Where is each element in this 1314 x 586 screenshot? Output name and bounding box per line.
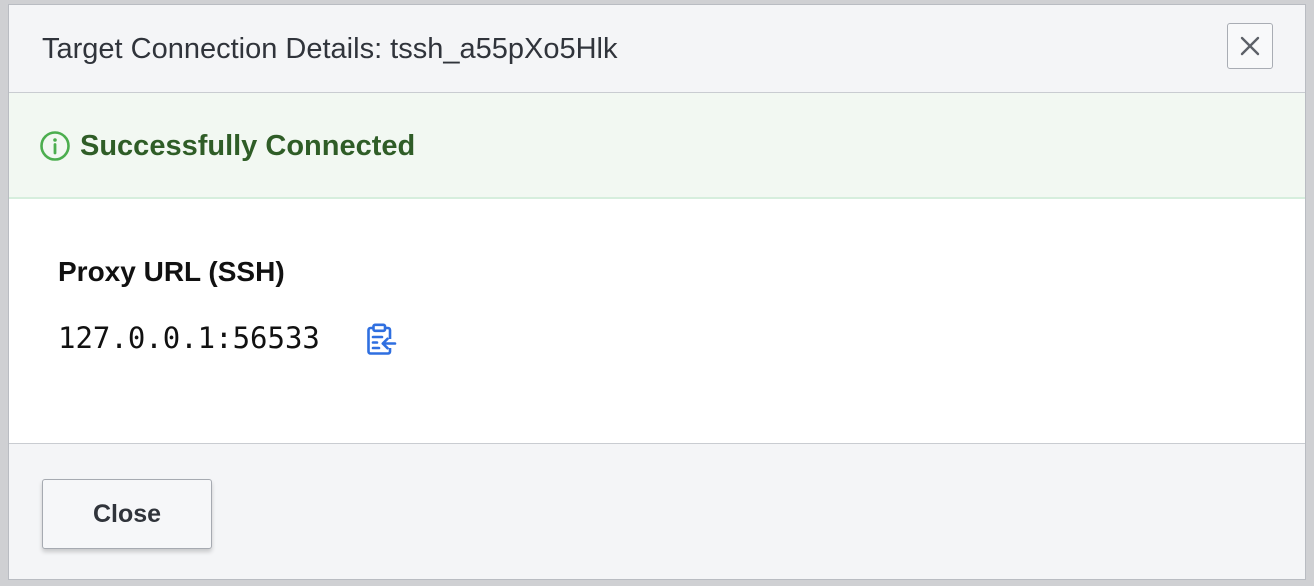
copy-to-clipboard-icon bbox=[367, 323, 397, 355]
close-button[interactable]: Close bbox=[42, 479, 212, 549]
close-icon bbox=[1240, 36, 1260, 56]
proxy-url-value: 127.0.0.1:56533 bbox=[58, 321, 320, 355]
backdrop-edge-glyph-right: ▕ bbox=[1310, 366, 1314, 390]
copy-proxy-url-button[interactable] bbox=[364, 321, 398, 357]
dialog-footer: Close bbox=[9, 443, 1305, 579]
dialog-title: Target Connection Details: tssh_a55pXo5H… bbox=[42, 33, 618, 65]
connection-details-dialog: Target Connection Details: tssh_a55pXo5H… bbox=[8, 4, 1306, 580]
backdrop-edge-glyph-left: ▏ bbox=[0, 175, 11, 200]
proxy-url-label: Proxy URL (SSH) bbox=[58, 256, 285, 287]
dialog-body: Proxy URL (SSH) 127.0.0.1:56533 bbox=[9, 199, 1305, 443]
connection-status-banner: Successfully Connected bbox=[9, 93, 1305, 199]
dialog-header: Target Connection Details: tssh_a55pXo5H… bbox=[9, 5, 1305, 93]
connection-status-text: Successfully Connected bbox=[80, 130, 416, 162]
dialog-close-button[interactable] bbox=[1227, 23, 1273, 69]
info-circle-icon bbox=[40, 131, 70, 161]
